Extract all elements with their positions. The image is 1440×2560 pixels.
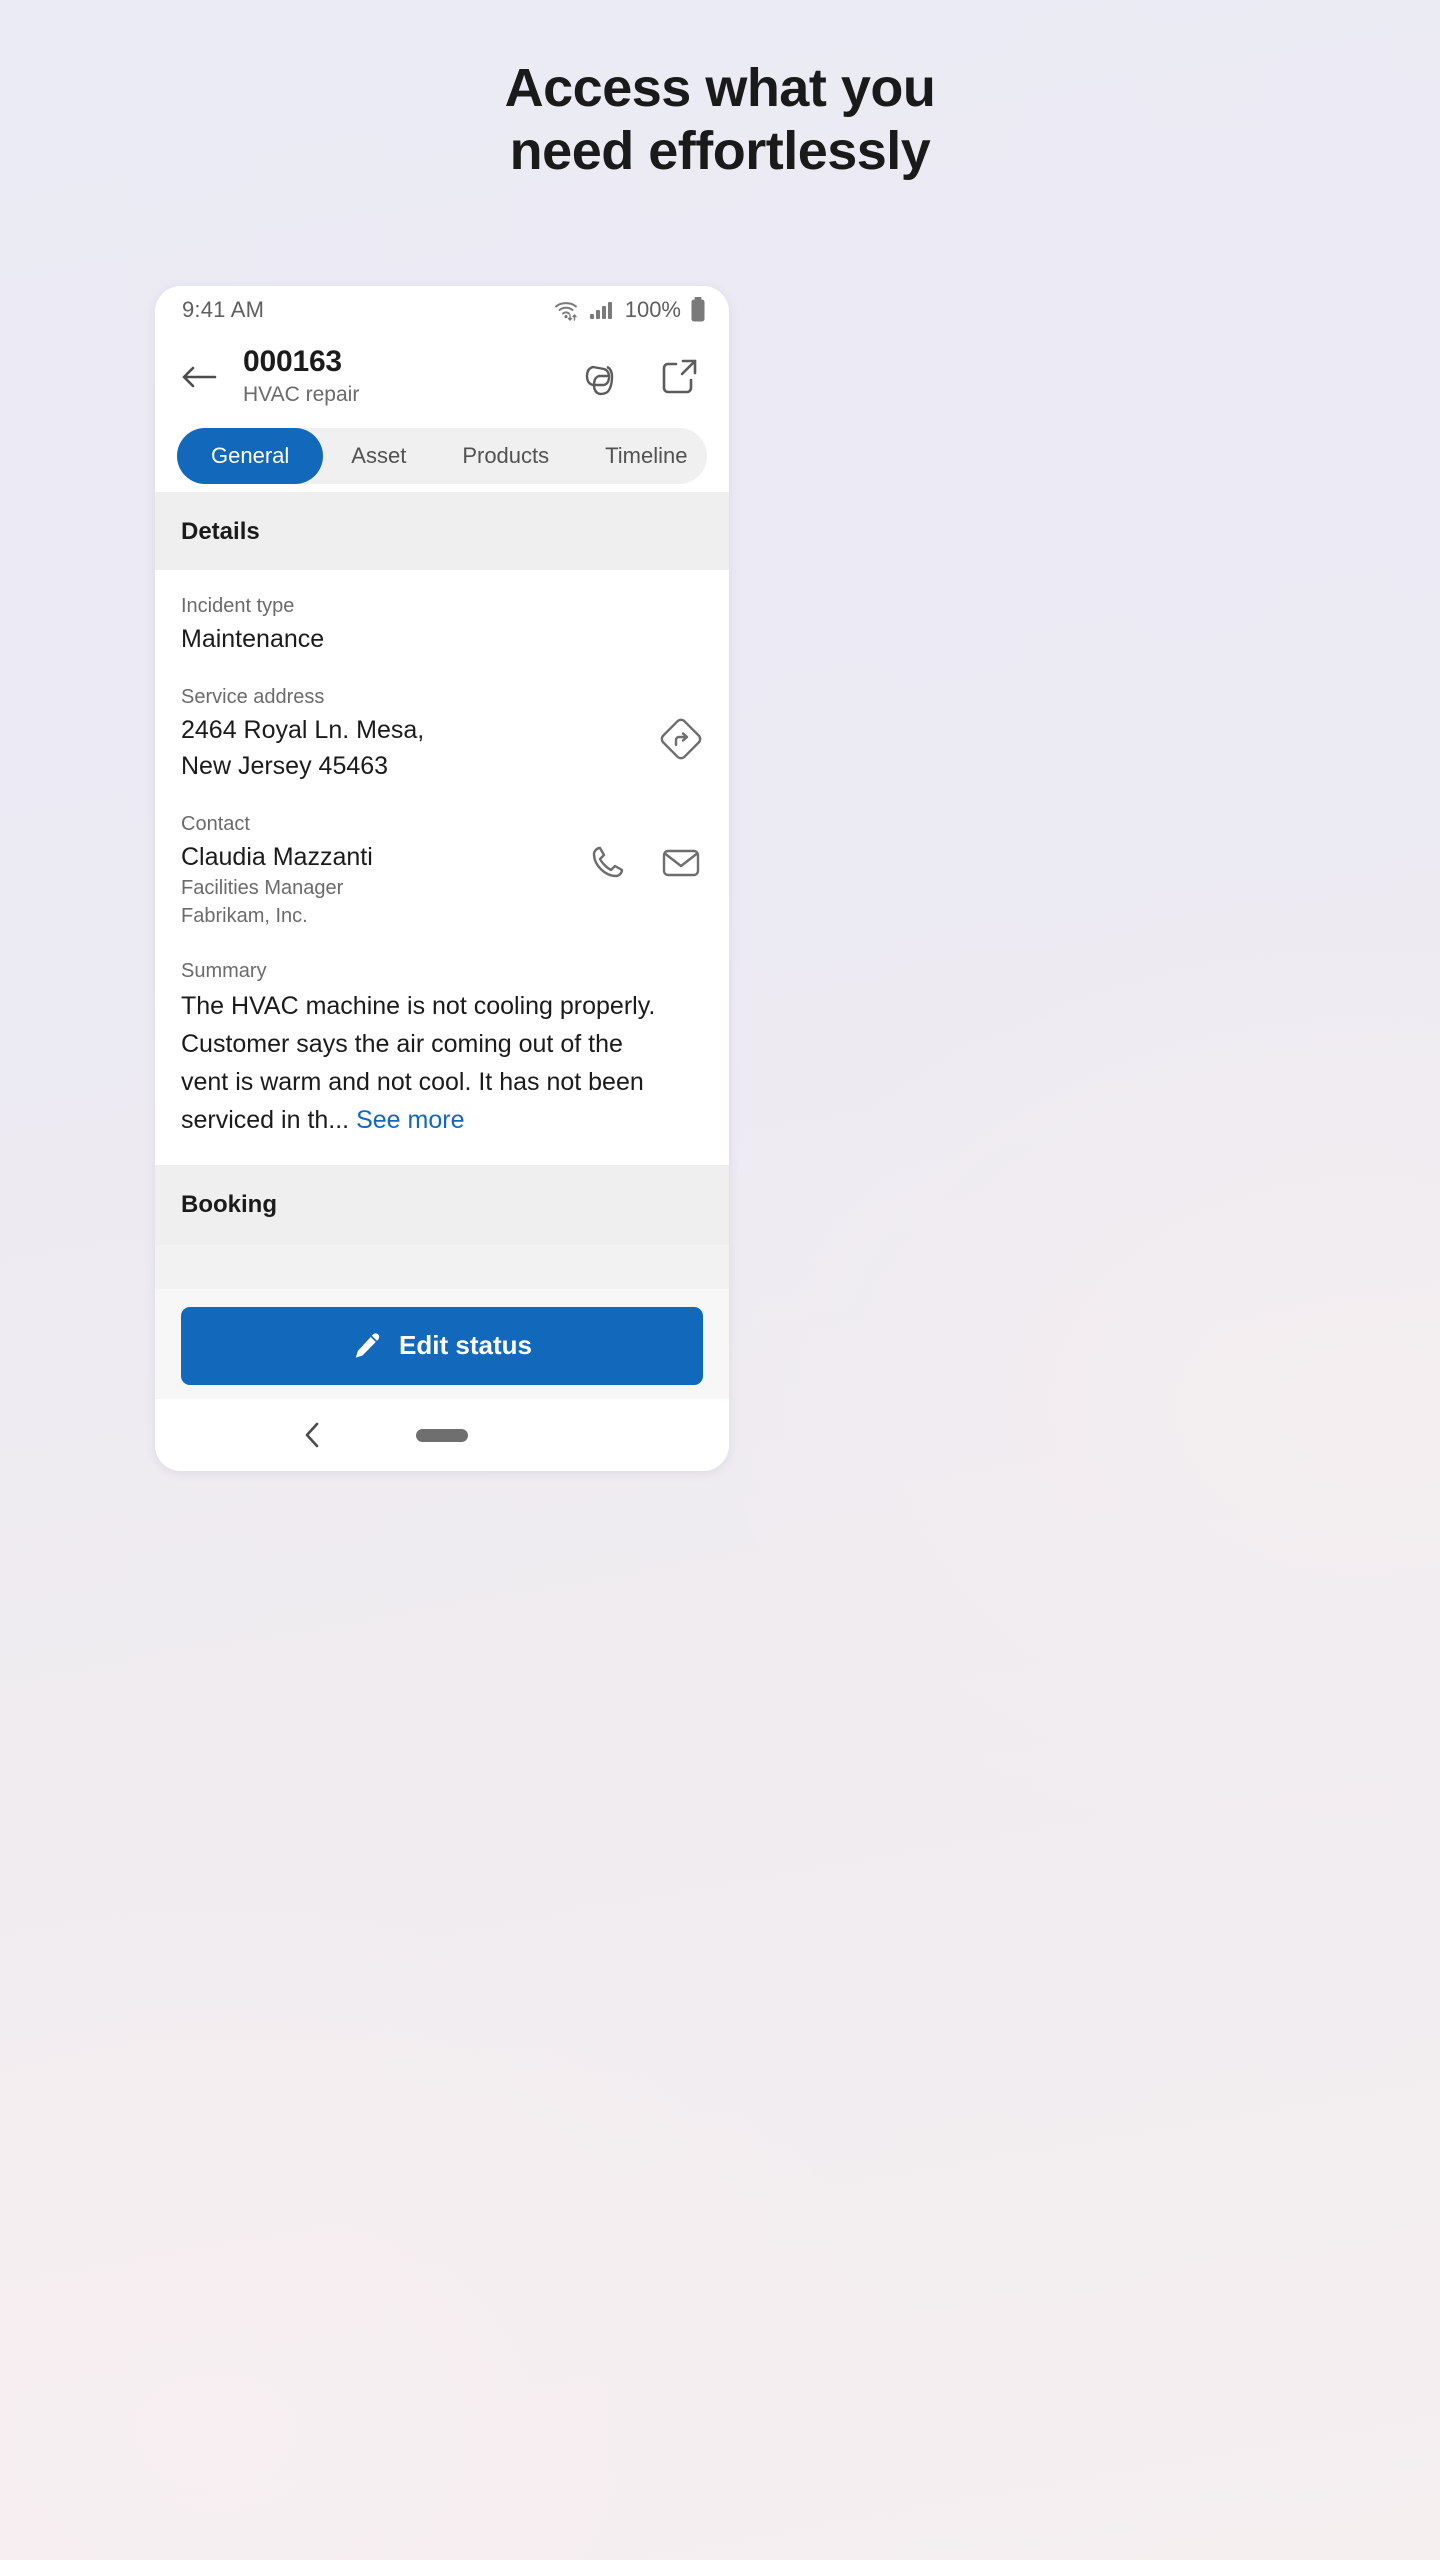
field-service-address: Service address 2464 Royal Ln. Mesa, New… bbox=[181, 683, 703, 810]
pencil-icon bbox=[352, 1331, 382, 1361]
arrow-left-icon bbox=[179, 361, 219, 393]
incident-type-label: Incident type bbox=[181, 595, 295, 617]
service-address-label: Service address bbox=[181, 685, 325, 708]
contact-actions bbox=[587, 840, 703, 884]
field-summary: Summary The HVAC machine is not cooling … bbox=[181, 957, 703, 1165]
summary-line-4: serviced in th... bbox=[181, 1105, 350, 1134]
mail-icon[interactable] bbox=[659, 840, 703, 884]
booking-content-placeholder bbox=[155, 1244, 729, 1289]
tab-general[interactable]: General bbox=[177, 428, 324, 484]
details-card: Incident type Maintenance Service addres… bbox=[155, 570, 729, 1165]
chevron-left-icon[interactable] bbox=[301, 1419, 325, 1451]
contact-label: Contact bbox=[181, 812, 250, 835]
status-bar-time: 9:41 AM bbox=[182, 297, 265, 322]
app-bar-actions bbox=[579, 354, 705, 400]
directions-icon[interactable] bbox=[659, 717, 703, 761]
record-number: 000163 bbox=[243, 344, 342, 378]
service-address-line-1: 2464 Royal Ln. Mesa, bbox=[181, 715, 425, 744]
tab-asset[interactable]: Asset bbox=[323, 428, 434, 484]
headline-line-2: need effortlessly bbox=[509, 121, 931, 182]
action-bar: Edit status bbox=[155, 1288, 729, 1399]
summary-line-2: Customer says the air coming out of the bbox=[181, 1029, 623, 1058]
contact-company: Fabrikam, Inc. bbox=[181, 905, 308, 928]
edit-status-label: Edit status bbox=[399, 1330, 532, 1361]
page-title: Access what you need effortlessly bbox=[0, 0, 1440, 183]
status-bar-icons: 100% bbox=[553, 296, 707, 324]
tab-timeline[interactable]: Timeline bbox=[577, 428, 715, 484]
android-nav-bar bbox=[155, 1399, 729, 1471]
open-in-new-icon[interactable] bbox=[657, 355, 701, 399]
summary-line-1: The HVAC machine is not cooling properly… bbox=[181, 991, 656, 1020]
field-contact: Contact Claudia Mazzanti Facilities Mana… bbox=[181, 810, 703, 957]
status-bar: 9:41 AM 100% bbox=[155, 286, 729, 334]
home-indicator[interactable] bbox=[416, 1428, 468, 1442]
copilot-icon[interactable] bbox=[579, 354, 625, 400]
phone-icon[interactable] bbox=[587, 841, 629, 883]
battery-percent-label: 100% bbox=[624, 297, 681, 322]
back-button[interactable] bbox=[179, 361, 235, 393]
battery-icon bbox=[689, 296, 707, 324]
summary-line-3: vent is warm and not cool. It has not be… bbox=[181, 1067, 644, 1096]
app-bar: 000163 HVAC repair bbox=[155, 334, 729, 420]
summary-text: The HVAC machine is not cooling properly… bbox=[181, 987, 703, 1139]
content-area: Details Incident type Maintenance Servic… bbox=[155, 492, 729, 1399]
field-incident-type: Incident type Maintenance bbox=[181, 592, 703, 683]
service-address-actions bbox=[659, 717, 703, 761]
phone-mockup: 9:41 AM 100% 000163 HVAC repair General … bbox=[155, 286, 729, 1471]
cellular-signal-icon bbox=[589, 299, 615, 321]
wifi-icon bbox=[553, 298, 581, 322]
headline-line-1: Access what you bbox=[504, 58, 936, 118]
see-more-link[interactable]: See more bbox=[356, 1106, 464, 1134]
service-address-line-2: New Jersey 45463 bbox=[181, 752, 389, 780]
incident-type-value: Maintenance bbox=[181, 625, 325, 653]
section-header-details: Details bbox=[155, 492, 729, 570]
app-bar-titles: 000163 HVAC repair bbox=[235, 345, 579, 409]
edit-status-button[interactable]: Edit status bbox=[181, 1306, 703, 1385]
tab-bar: General Asset Products Timeline bbox=[155, 420, 729, 492]
record-subtitle: HVAC repair bbox=[243, 382, 360, 406]
summary-label: Summary bbox=[181, 959, 267, 982]
section-header-booking: Booking bbox=[155, 1164, 729, 1245]
tab-products[interactable]: Products bbox=[434, 428, 577, 484]
